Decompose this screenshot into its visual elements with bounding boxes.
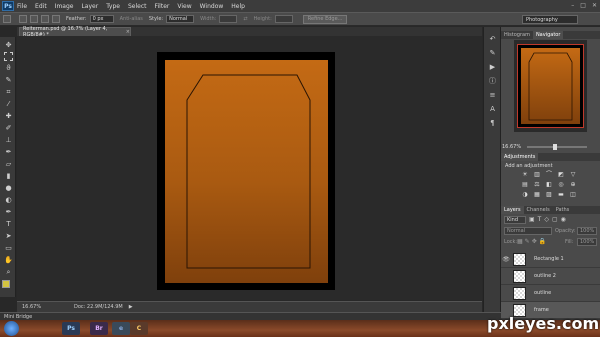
tab-adjustments[interactable]: Adjustments <box>501 153 539 161</box>
taskbar-photoshop-icon[interactable]: Ps <box>62 322 80 335</box>
fill-input[interactable]: 100% <box>577 238 597 246</box>
lock-label: Lock: <box>504 239 518 245</box>
layer-row[interactable]: outline <box>501 285 600 302</box>
status-bar: 16.67% Doc: 22.9M/124.9M ▶ <box>17 301 482 312</box>
start-button[interactable] <box>4 321 19 336</box>
blend-mode-select[interactable]: Normal <box>504 227 552 235</box>
taskbar-app-icon[interactable]: C <box>130 322 148 335</box>
watermark: pxleyes.com <box>487 314 600 333</box>
fill-label: Fill: <box>565 239 574 245</box>
tab-layers[interactable]: Layers <box>501 206 524 214</box>
threshold-icon[interactable]: ▨ <box>545 191 553 198</box>
right-panels: Histogram Navigator 16.67% Adjustments A… <box>500 27 600 319</box>
layer-thumbnail <box>513 252 526 266</box>
panel-dock: ↶ ✎ ▶ ⓘ ≡ A ¶ <box>483 27 500 312</box>
layer-thumbnail <box>513 269 526 283</box>
channel-mixer-icon[interactable]: ⊕ <box>569 181 577 188</box>
taskbar-bridge-icon[interactable]: Br <box>90 322 108 335</box>
actions-panel-icon[interactable]: ▶ <box>488 63 497 72</box>
history-panel-icon[interactable]: ↶ <box>488 35 497 44</box>
layer-row[interactable]: 👁 Rectangle 1 <box>501 251 600 268</box>
invert-icon[interactable]: ◑ <box>521 191 529 198</box>
tab-navigator[interactable]: Navigator <box>532 31 564 39</box>
info-panel-icon[interactable]: ⓘ <box>488 77 497 86</box>
layer-kind-filter[interactable]: Kind <box>504 216 526 224</box>
brightness-icon[interactable]: ☀ <box>521 171 529 178</box>
layer-name: outline <box>534 290 552 296</box>
curves-icon[interactable]: ⌒ <box>545 171 553 178</box>
opacity-input[interactable]: 100% <box>577 227 597 235</box>
zoom-level[interactable]: 16.67% <box>22 304 62 310</box>
layer-filter-icons[interactable]: ▣T◇▢◉ <box>529 216 597 224</box>
hue-saturation-icon[interactable]: ▤ <box>521 181 529 188</box>
navigator-zoom-slider[interactable] <box>527 144 587 150</box>
layer-kind-label: Kind <box>507 217 519 223</box>
color-balance-icon[interactable]: ⚖ <box>533 181 541 188</box>
tab-channels[interactable]: Channels <box>524 206 553 214</box>
layer-name: outline 2 <box>534 273 556 279</box>
black-white-icon[interactable]: ◧ <box>545 181 553 188</box>
navigator-tabs: Histogram Navigator <box>501 31 600 39</box>
exposure-icon[interactable]: ◩ <box>557 171 565 178</box>
vibrance-icon[interactable]: ▽ <box>569 171 577 178</box>
taskbar-browser-icon[interactable]: e <box>112 322 130 335</box>
photo-filter-icon[interactable]: ◎ <box>557 181 565 188</box>
tab-paths[interactable]: Paths <box>553 206 573 214</box>
layer-row[interactable]: outline 2 <box>501 268 600 285</box>
document-size: Doc: 22.9M/124.9M <box>74 304 123 310</box>
layer-name: frame <box>534 307 549 313</box>
brush-panel-icon[interactable]: ✎ <box>488 49 497 58</box>
mini-bridge-label[interactable]: Mini Bridge <box>4 314 32 320</box>
status-arrow-icon[interactable]: ▶ <box>129 304 133 310</box>
levels-icon[interactable]: ▥ <box>533 171 541 178</box>
navigator-preview[interactable] <box>514 40 587 132</box>
adjustments-tabs: Adjustments <box>501 153 600 161</box>
character-panel-icon[interactable]: A <box>488 105 497 114</box>
visibility-eye-icon[interactable]: 👁 <box>501 256 511 263</box>
selective-color-icon[interactable]: ◫ <box>569 191 577 198</box>
layer-thumbnail <box>513 286 526 300</box>
tab-histogram[interactable]: Histogram <box>501 31 533 39</box>
posterize-icon[interactable]: ▦ <box>533 191 541 198</box>
layer-name: Rectangle 1 <box>534 256 564 262</box>
properties-panel-icon[interactable]: ≡ <box>488 91 497 100</box>
navigator-zoom[interactable]: 16.67% <box>502 144 521 150</box>
lock-icons[interactable]: ▦✎✥🔒 <box>517 238 548 245</box>
layers-tabs: Layers Channels Paths <box>501 206 600 214</box>
adjustments-title: Add an adjustment <box>505 163 553 169</box>
paragraph-panel-icon[interactable]: ¶ <box>488 119 497 128</box>
gradient-map-icon[interactable]: ▬ <box>557 191 565 198</box>
opacity-label: Opacity: <box>555 228 576 234</box>
